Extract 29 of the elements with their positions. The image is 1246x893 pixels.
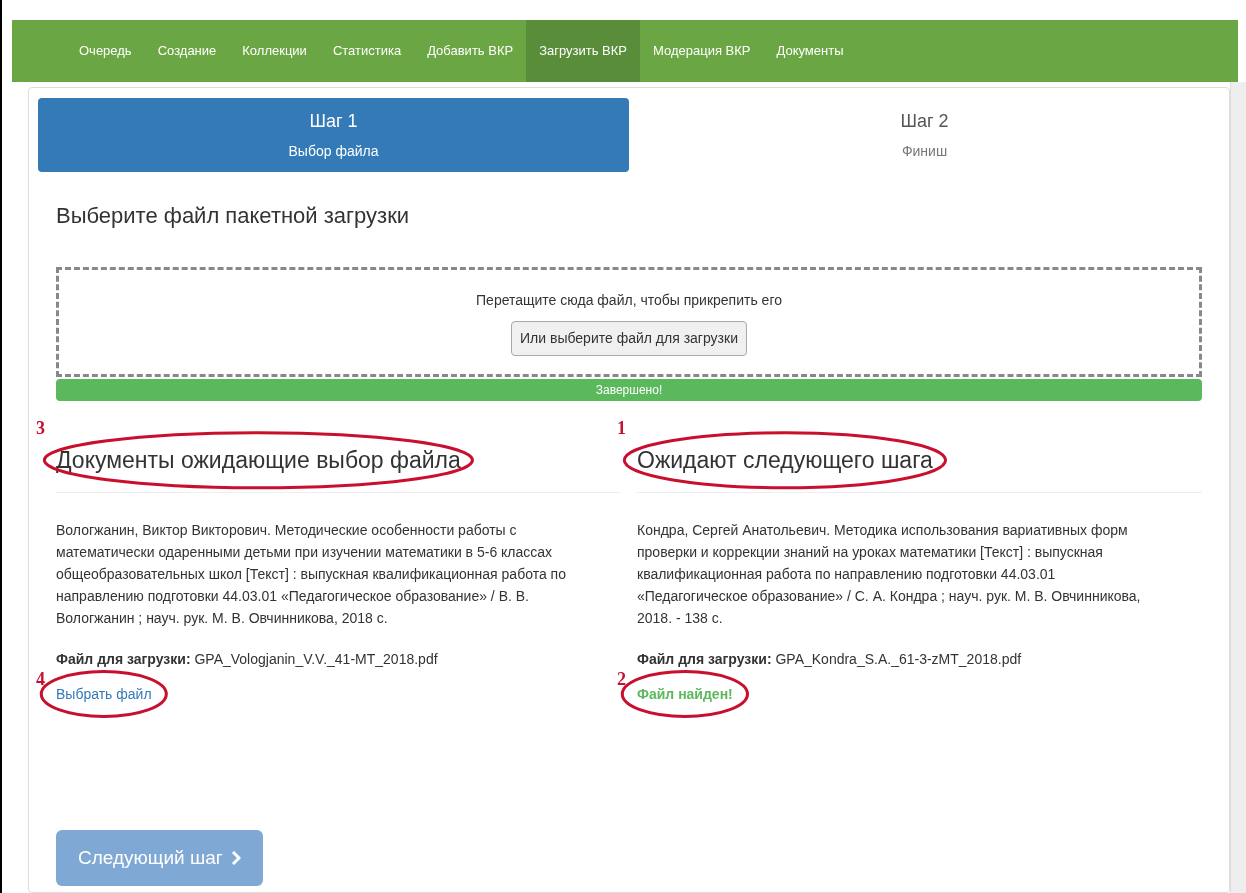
nav-tab[interactable]: Документы <box>763 20 857 82</box>
step-tab[interactable]: Шаг 1 Выбор файла <box>38 98 629 172</box>
section-heading: Документы ожидающие выбор файла <box>56 447 461 473</box>
nav-tab[interactable]: Очередь <box>66 20 145 82</box>
progress-label: Завершено! <box>595 382 663 399</box>
step-title: Шаг 1 <box>309 110 358 133</box>
step-subtitle: Выбор файла <box>288 142 379 161</box>
annotation-number: 3 <box>36 419 46 437</box>
annotation-number: 1 <box>617 419 627 437</box>
choose-file-button[interactable]: Или выберите файл для загрузки <box>511 321 747 356</box>
file-found-status: Файл найден! <box>637 684 733 704</box>
file-name-line: Файл для загрузки: GPA_Vologjanin_V.V._41-MT_2018.pdf <box>56 649 439 669</box>
annotation-number: 4 <box>36 669 46 688</box>
step-subtitle: Финиш <box>901 142 948 161</box>
step-title: Шаг 2 <box>900 110 949 133</box>
nav-tab[interactable]: Загрузить ВКР <box>526 20 641 82</box>
page-heading: Выберите файл пакетной загрузки <box>56 202 411 230</box>
chevron-right-icon <box>230 851 241 865</box>
dropzone-hint: Перетащите сюда файл, чтобы прикрепить его <box>476 291 782 310</box>
document-description: Вологжанин, Виктор Викторович. Методические особенности работы с математически одаренными детьми при изучении математики в 5-6 классах общеобразовательных школ [Текст] : выпускная квалификационная работа по направлению подготовки 44.03.01 «Педагогическое образование» / В. В. Вологжанин ; науч. рук. М. В. Овчинникова, 2018 с. <box>56 520 567 628</box>
nav-tab[interactable]: Добавить ВКР <box>414 20 527 82</box>
file-name-line: Файл для загрузки: GPA_Kondra_S.A._61-3-zMT_2018.pdf <box>637 649 1023 669</box>
nav-tab[interactable]: Создание <box>144 20 230 82</box>
nav-tab[interactable]: Коллекции <box>229 20 320 82</box>
annotation-number: 2 <box>617 669 627 688</box>
nav-tab[interactable]: Модерация ВКР <box>640 20 764 82</box>
nav-tab[interactable]: Статистика <box>319 20 415 82</box>
document-description: Кондра, Сергей Анатольевич. Методика использования вариативных форм проверки и коррекции знаний на уроках математики [Текст] : выпускная квалификационная работа по направлению подготовки 44.03.01 «Педагогическое образование» / С. А. Кондра ; науч. рук. М. В. Овчинникова, 2018. - 138 с. <box>637 520 1142 628</box>
section-heading: Ожидают следующего шага <box>637 447 933 473</box>
